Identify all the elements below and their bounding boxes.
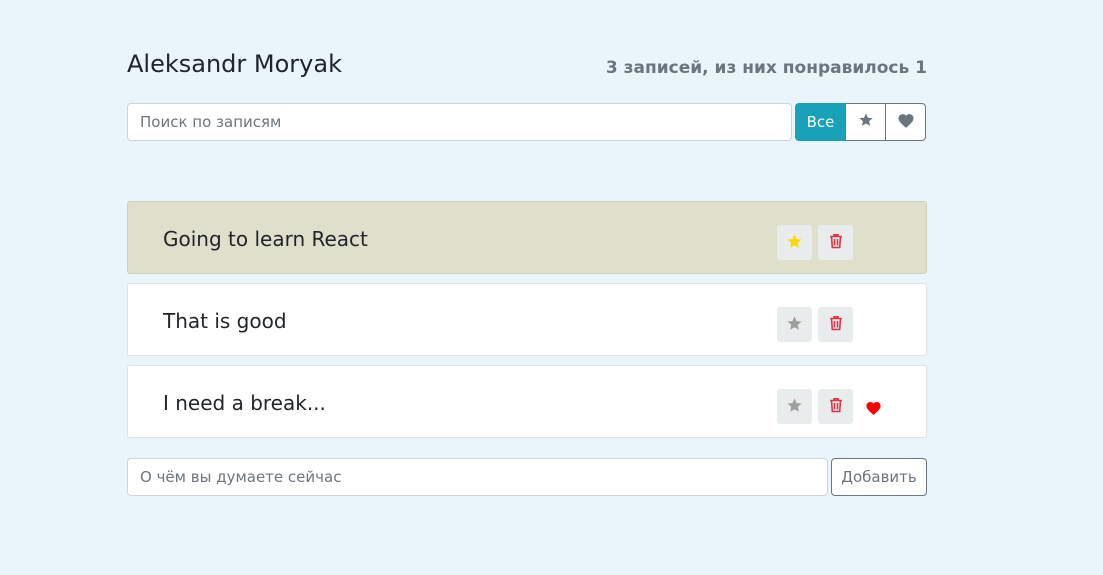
star-icon [786, 233, 803, 253]
star-icon [786, 315, 803, 335]
trash-icon [829, 315, 843, 334]
trash-icon [829, 233, 843, 252]
app-header: Aleksandr Moryak 3 записей, из них понра… [127, 50, 927, 84]
liked-heart-icon [864, 398, 882, 416]
delete-button[interactable] [818, 389, 853, 424]
new-post-input[interactable] [127, 458, 828, 496]
filter-liked-button[interactable] [885, 103, 926, 141]
star-button[interactable] [777, 389, 812, 424]
delete-button[interactable] [818, 307, 853, 342]
delete-button[interactable] [818, 225, 853, 260]
post-list-item[interactable]: That is good [127, 283, 927, 356]
add-post-button[interactable]: Добавить [831, 458, 927, 496]
posts-stats: 3 записей, из них понравилось 1 [605, 58, 927, 78]
post-list-item[interactable]: I need a break... [127, 365, 927, 438]
post-list: Going to learn React That is good I need… [127, 201, 927, 447]
trash-icon [829, 397, 843, 416]
filter-button-group: Все [795, 103, 926, 141]
star-button[interactable] [777, 307, 812, 342]
page-title: Aleksandr Moryak [127, 50, 342, 78]
filter-favorites-button[interactable] [845, 103, 886, 141]
heart-icon [897, 112, 915, 132]
filter-all-button[interactable]: Все [795, 103, 846, 141]
star-icon [858, 112, 874, 132]
post-list-item[interactable]: Going to learn React [127, 201, 927, 274]
search-input[interactable] [127, 103, 792, 141]
post-label[interactable]: I need a break... [163, 391, 326, 415]
star-button[interactable] [777, 225, 812, 260]
star-icon [786, 397, 803, 417]
post-label[interactable]: That is good [163, 309, 287, 333]
post-label[interactable]: Going to learn React [163, 227, 368, 251]
